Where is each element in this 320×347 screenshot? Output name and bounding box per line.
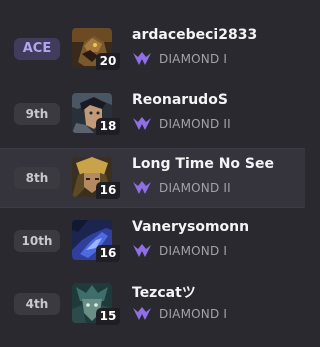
tier-info: DIAMOND II [132,179,231,197]
diamond-tier-icon [133,117,151,130]
player-row[interactable]: ACE 20 ardacebeci2833 DIAMOND I [0,20,305,78]
level-badge: 18 [96,118,120,135]
player-row[interactable]: 4th 15 Tezcatツ DIAMOND I [0,275,305,333]
level-badge: 15 [96,308,120,325]
level-badge: 16 [96,245,120,262]
diamond-tier-icon [133,244,151,257]
rank-badge: 8th [14,167,60,189]
player-name[interactable]: Long Time No See [132,156,274,172]
tier-label: DIAMOND II [159,117,231,131]
tier-info: DIAMOND I [132,242,227,260]
tier-label: DIAMOND II [159,181,231,195]
player-list: ACE 20 ardacebeci2833 DIAMOND I 9th 18 R… [0,0,305,347]
tier-info: DIAMOND I [132,50,227,68]
player-name[interactable]: Tezcatツ [132,282,196,302]
level-badge: 16 [96,182,120,199]
player-row[interactable]: 9th 18 ReonarudoS DIAMOND II [0,85,305,143]
diamond-tier-icon [133,181,151,194]
rank-badge: ACE [14,38,60,60]
diamond-tier-icon [133,52,151,65]
player-row[interactable]: 10th 16 Vanerysomonn DIAMOND I [0,212,305,270]
player-name[interactable]: Vanerysomonn [132,219,249,235]
rank-badge: 4th [14,293,60,315]
rank-badge: 9th [14,103,60,125]
rank-badge: 10th [14,230,60,252]
tier-label: DIAMOND I [159,244,228,258]
tier-info: DIAMOND I [132,305,227,323]
tier-info: DIAMOND II [132,115,231,133]
player-name[interactable]: ReonarudoS [132,92,228,108]
diamond-tier-icon [133,307,151,320]
tier-label: DIAMOND I [159,307,228,321]
player-name[interactable]: ardacebeci2833 [132,27,257,43]
tier-label: DIAMOND I [159,52,228,66]
level-badge: 20 [96,53,120,70]
player-row-highlighted[interactable]: 8th 16 Long Time No See DIAMOND II [0,148,305,208]
